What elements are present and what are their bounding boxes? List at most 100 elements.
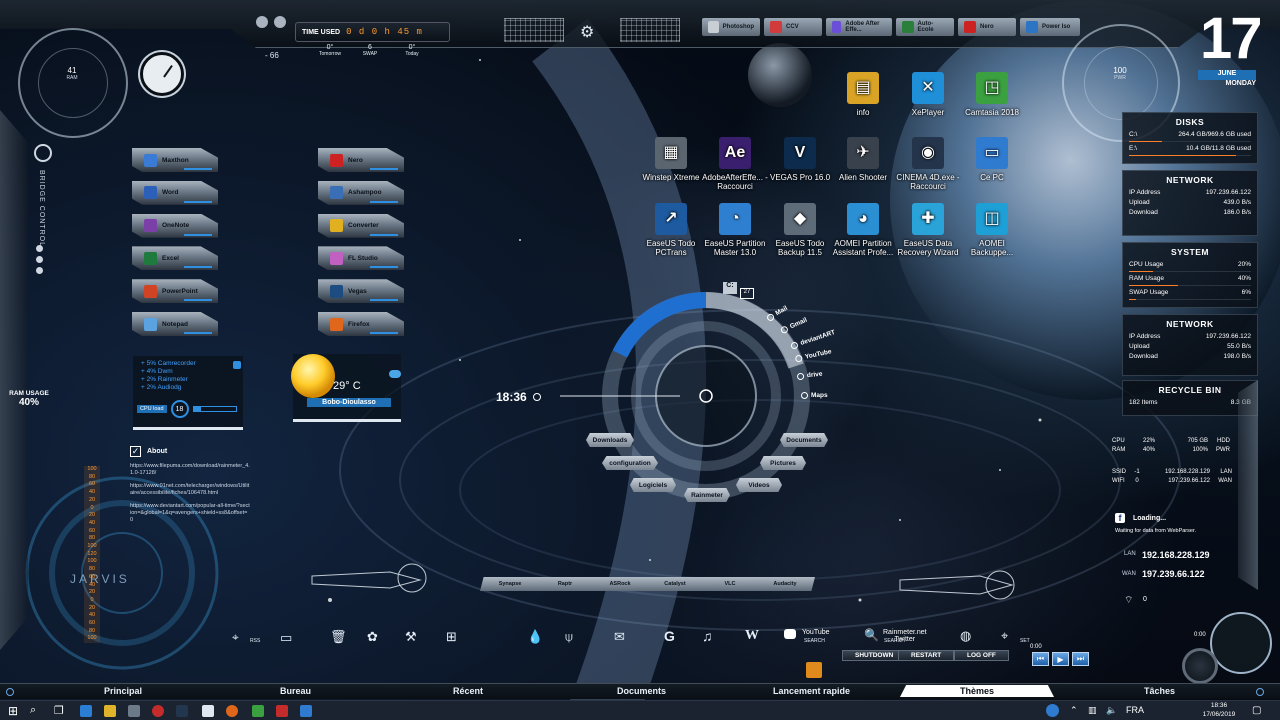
app-button-onenote[interactable]: OneNote	[132, 213, 218, 238]
taskbar-app-mail-icon[interactable]	[202, 705, 214, 717]
rss-icon[interactable]: ⌖	[232, 630, 239, 645]
system-button[interactable]: LOG OFF	[954, 650, 1009, 661]
network-tray-icon[interactable]: ▥	[1088, 705, 1097, 716]
top-dock-item[interactable]: Adobe After Effe...	[826, 18, 892, 36]
recycle-icon[interactable]: 🗑	[330, 629, 347, 645]
rss-right-icon[interactable]: ⌖	[1001, 628, 1008, 644]
prev-icon[interactable]: ⏮	[1032, 652, 1049, 666]
music-icon[interactable]: ♫	[702, 628, 713, 644]
desktop-icon[interactable]: ◔ EaseUS Partition Master 13.0	[702, 203, 768, 257]
about-link[interactable]: https://www.deviantart.com/popular-all-t…	[130, 503, 250, 524]
desktop-icon[interactable]: ✕ XePlayer	[895, 72, 961, 117]
bottom-dock-item[interactable]: VLC	[700, 577, 760, 591]
bottom-dock-item[interactable]: Raptr	[535, 577, 595, 591]
start-icon[interactable]: ⊞	[8, 705, 18, 717]
power-knob-icon[interactable]	[1182, 648, 1218, 684]
tray-chevron-icon[interactable]: ⌃	[1070, 705, 1078, 716]
desktop-icon[interactable]: ◫ AOMEI Backuppe...	[959, 203, 1025, 257]
hud-orange-icon[interactable]	[806, 662, 822, 678]
youtube-label[interactable]: YouTube	[802, 629, 830, 636]
taskbar-clock[interactable]: 18:36 17/06/2019	[1196, 701, 1242, 719]
gear-icon[interactable]: ⚙	[580, 22, 594, 42]
drive-icon[interactable]: ▭	[280, 630, 292, 646]
gear-icon[interactable]: ✿	[367, 629, 378, 645]
launcher-folder-button[interactable]: configuration	[602, 456, 658, 470]
play-icon[interactable]: ▶	[1052, 652, 1069, 666]
settings-dot-icon[interactable]	[256, 16, 268, 28]
app-button-word[interactable]: Word	[132, 180, 218, 205]
windows-icon[interactable]: ⊞	[446, 629, 457, 645]
bridge-control-icon[interactable]	[34, 144, 52, 162]
app-button-nero[interactable]: Nero	[318, 148, 404, 172]
notifications-icon[interactable]: ▢	[1252, 705, 1261, 716]
antenna-icon[interactable]: ⍦	[565, 629, 573, 645]
desktop-icon[interactable]: ▤ info	[830, 72, 896, 117]
desktop-icon[interactable]: V VEGAS Pro 16.0	[767, 137, 833, 182]
about-link[interactable]: https://www.filepuma.com/download/rainme…	[130, 463, 250, 477]
app-button-vegas[interactable]: Vegas	[318, 279, 404, 304]
taskbar-app-store-icon[interactable]	[128, 705, 140, 717]
bottom-dock-item[interactable]: ASRock	[590, 577, 650, 591]
next-icon[interactable]: ⏭	[1072, 652, 1089, 666]
nav-taches[interactable]: Tâches	[1144, 686, 1175, 696]
globe-icon[interactable]: ◍	[960, 628, 971, 644]
taskbar-app-opera-icon[interactable]	[152, 705, 164, 717]
nav-lancement-rapide[interactable]: Lancement rapide	[773, 686, 850, 696]
recycle-bin-panel[interactable]: RECYCLE BIN 182 Items 8.3 GB	[1122, 380, 1258, 416]
launcher-drive-label[interactable]: C:	[723, 282, 737, 294]
bottom-dock-item[interactable]: Audacity	[755, 577, 815, 591]
app-button-excel[interactable]: Excel	[132, 246, 218, 271]
language-indicator[interactable]: FRA	[1126, 705, 1144, 715]
task-view-icon[interactable]: ❐	[54, 705, 64, 717]
launcher-folder-button[interactable]: Videos	[736, 478, 782, 492]
system-button[interactable]: RESTART	[898, 650, 955, 661]
taskbar-app-pdf-icon[interactable]	[276, 705, 288, 717]
desktop-icon[interactable]: ▭ Ce PC	[959, 137, 1025, 182]
google-icon[interactable]: G	[664, 628, 675, 644]
facebook-icon[interactable]: f	[1115, 513, 1125, 523]
taskbar-app-ie-icon[interactable]	[80, 705, 92, 717]
nav-principal[interactable]: Principal	[104, 686, 142, 696]
desktop-icon[interactable]: ✚ EaseUS Data Recovery Wizard	[895, 203, 961, 257]
nav-recent[interactable]: Récent	[453, 686, 483, 696]
taskbar-app-camtasia-icon[interactable]	[252, 705, 264, 717]
launcher-folder-button[interactable]: Documents	[780, 433, 828, 447]
desktop-icon[interactable]: ◆ EaseUS Todo Backup 11.5	[767, 203, 833, 257]
top-dock-item[interactable]: Auto-Ecole	[896, 18, 954, 36]
process-settings-icon[interactable]	[233, 361, 241, 369]
help-icon[interactable]	[1046, 704, 1059, 717]
desktop-icon[interactable]: ◕ AOMEI Partition Assistant Profe...	[830, 203, 896, 257]
checkbox-icon[interactable]: ✓	[130, 446, 141, 457]
desktop-icon[interactable]: ◉ CINEMA 4D.exe - Raccourci	[895, 137, 961, 191]
add-dot-icon[interactable]	[274, 16, 286, 28]
youtube-icon[interactable]	[784, 629, 796, 639]
launcher-folder-button[interactable]: Rainmeter	[684, 488, 730, 502]
top-dock-item[interactable]: Photoshop	[702, 18, 760, 36]
app-button-notepad[interactable]: Notepad	[132, 312, 218, 336]
top-dock-item[interactable]: Nero	[958, 18, 1016, 36]
top-dock-item[interactable]: Power Iso	[1020, 18, 1080, 36]
taskbar-app-firefox-icon[interactable]	[226, 705, 238, 717]
system-button[interactable]: SHUTDOWN	[842, 650, 907, 661]
taskbar-app-2-icon[interactable]	[300, 705, 312, 717]
launcher-link[interactable]: Maps	[801, 392, 828, 399]
nav-right-dot-icon[interactable]	[1256, 688, 1264, 696]
app-button-firefox[interactable]: Firefox	[318, 312, 404, 336]
desktop-icon[interactable]: Ae AdobeAfterEffe... - Raccourci	[702, 137, 768, 191]
about-link[interactable]: https://www.01net.com/telecharger/window…	[130, 483, 250, 497]
wikipedia-icon[interactable]: W	[745, 628, 759, 644]
app-button-converter[interactable]: Converter	[318, 213, 404, 238]
nav-themes[interactable]: Thèmes	[900, 685, 1055, 697]
desktop-icon[interactable]: ▦ Winstep Xtreme	[638, 137, 704, 182]
desktop-icon[interactable]: ✈ Alien Shooter	[830, 137, 896, 182]
nav-left-dot-icon[interactable]	[6, 688, 14, 696]
launcher-folder-button[interactable]: Pictures	[760, 456, 806, 470]
taskbar-app-1-icon[interactable]	[176, 705, 188, 717]
bottom-dock-item[interactable]: Synapse	[480, 577, 540, 591]
desktop-icon[interactable]: ◳ Camtasia 2018	[959, 72, 1025, 117]
launcher-folder-button[interactable]: Logiciels	[630, 478, 676, 492]
app-button-ashampoo[interactable]: Ashampoo	[318, 180, 404, 205]
nav-documents[interactable]: Documents	[617, 686, 666, 696]
taskbar-app-explorer-icon[interactable]	[104, 705, 116, 717]
desktop-icon[interactable]: ↗ EaseUS Todo PCTrans	[638, 203, 704, 257]
